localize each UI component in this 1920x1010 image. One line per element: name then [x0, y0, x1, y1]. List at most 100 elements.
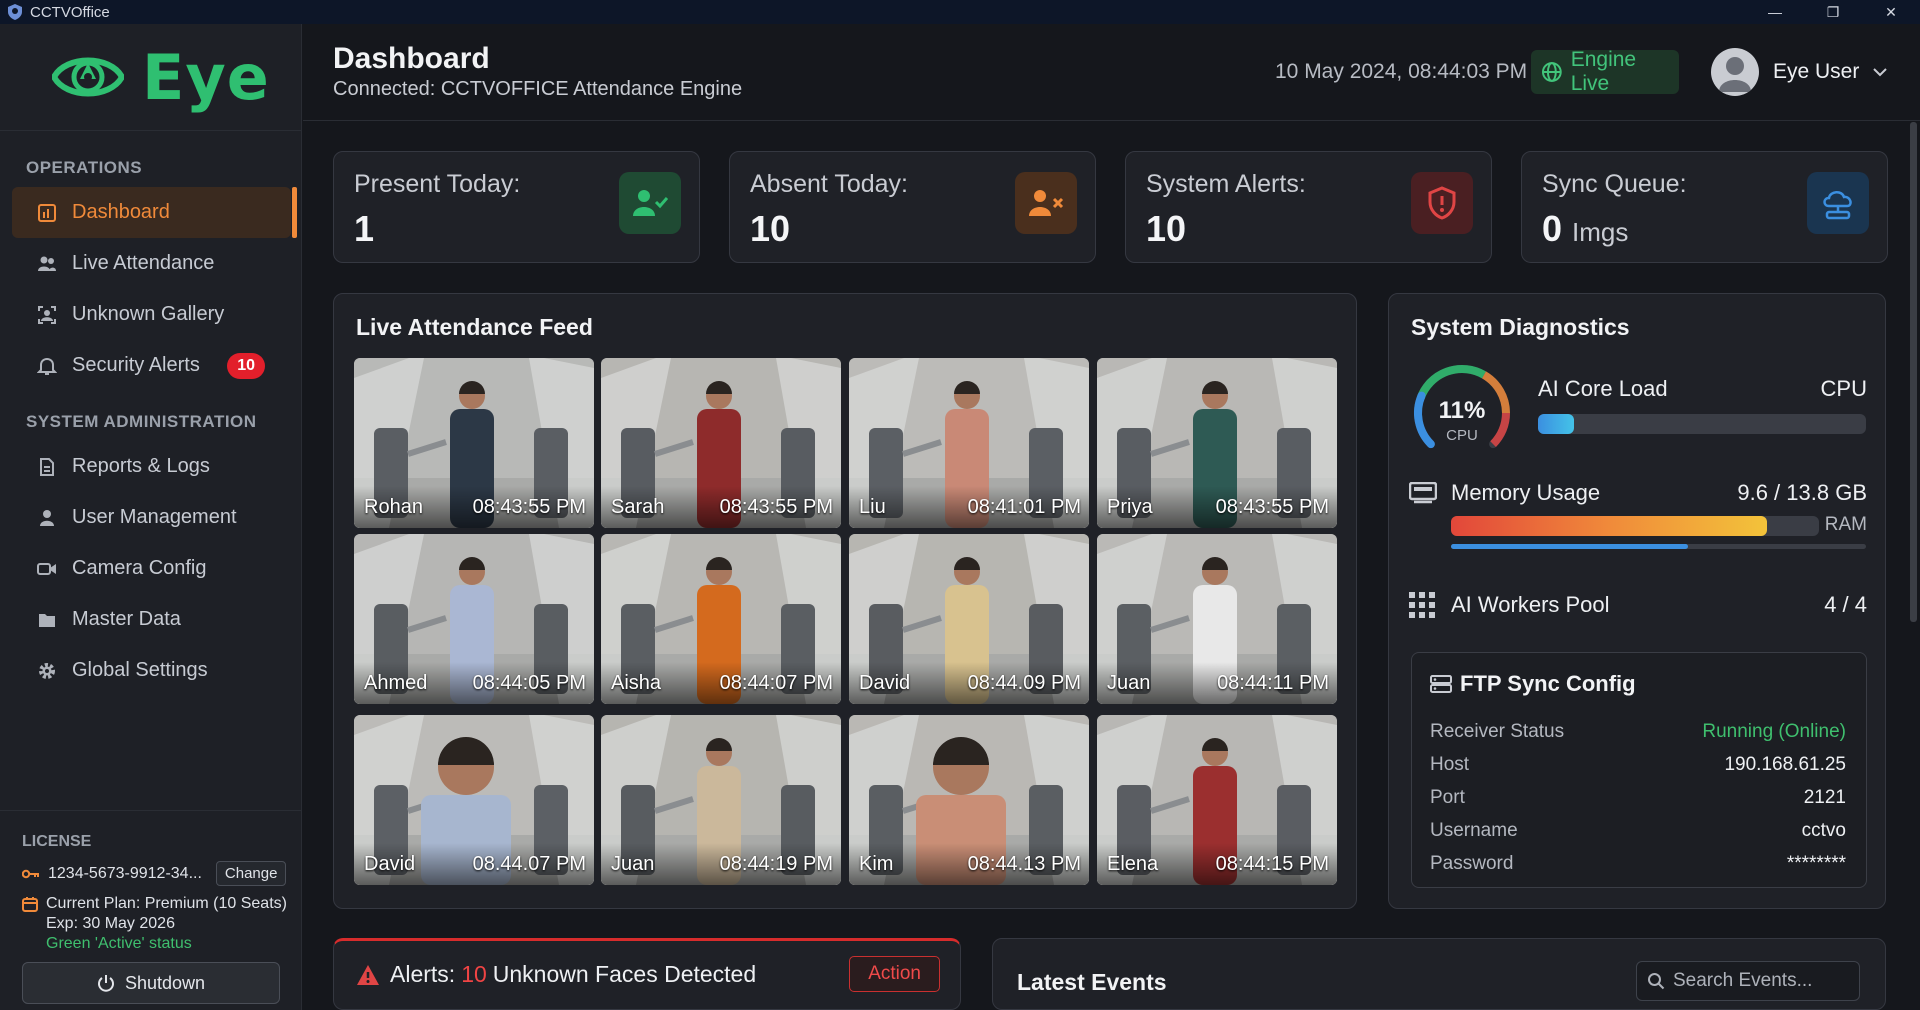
engine-live-badge[interactable]: Engine Live [1531, 48, 1679, 95]
main-scrollbar[interactable] [1910, 122, 1917, 622]
attendee-name: Rohan [364, 496, 423, 518]
cpu-gauge-label: CPU [1446, 427, 1478, 444]
sidebar-item-label: Camera Config [72, 557, 207, 579]
sidebar-item-label: Master Data [72, 608, 181, 630]
close-button[interactable]: ✕ [1862, 0, 1920, 24]
attendee-name: David [859, 672, 911, 694]
sidebar-item-live-attendance[interactable]: Live Attendance [12, 238, 291, 289]
attendance-tile[interactable]: Juan 08:44:19 PM [601, 715, 841, 885]
attendee-time: 08:44:15 PM [1215, 853, 1329, 875]
sidebar-item-user-management[interactable]: User Management [12, 492, 291, 543]
attendee-time: 08:41:01 PM [967, 496, 1081, 518]
stat-value: 10 [1146, 208, 1187, 249]
license-section: LICENSE 1234-5673-9912-34... Change Curr… [0, 810, 302, 954]
attendee-time: 08:43:55 PM [472, 496, 586, 518]
user-x-icon [1015, 172, 1077, 234]
sidebar-item-camera-config[interactable]: Camera Config [12, 543, 291, 594]
attendance-tile[interactable]: Aisha 08:44:07 PM [601, 534, 841, 704]
memory-label: Memory Usage [1451, 480, 1601, 505]
document-icon [36, 456, 58, 478]
sidebar-item-dashboard[interactable]: Dashboard [12, 187, 297, 238]
ai-core-label: AI Core Load [1538, 376, 1668, 401]
stat-label: Absent Today: [750, 170, 908, 198]
folder-icon [36, 609, 58, 631]
ftp-title: FTP Sync Config [1460, 671, 1636, 696]
alert-prefix: Alerts: [390, 961, 456, 987]
sidebar-item-unknown-gallery[interactable]: Unknown Gallery [12, 289, 291, 340]
globe-icon [1541, 62, 1562, 82]
server-icon [1430, 675, 1452, 693]
sidebar-item-label: Unknown Gallery [72, 303, 225, 325]
attendance-tile[interactable]: Sarah 08:43:55 PM [601, 358, 841, 528]
current-datetime: 10 May 2024, 08:44:03 PM [1275, 60, 1528, 83]
stat-card-absent[interactable]: Absent Today: 10 [729, 151, 1096, 263]
attendance-tile[interactable]: Rohan 08:43:55 PM [354, 358, 594, 528]
alerts-count-badge: 10 [227, 352, 265, 379]
connection-subtitle: Connected: CCTVOFFICE Attendance Engine [333, 78, 743, 100]
shield-app-icon [8, 4, 22, 20]
attendance-tile[interactable]: Elena 08:44:15 PM [1097, 715, 1337, 885]
grid-icon [1409, 592, 1435, 618]
shutdown-label: Shutdown [124, 972, 206, 993]
attendance-tile[interactable]: Liu 08:41:01 PM [849, 358, 1089, 528]
attendance-tile[interactable]: Kim 08:44.13 PM [849, 715, 1089, 885]
change-license-button[interactable]: Change [215, 861, 287, 886]
attendee-name: Liu [859, 496, 886, 518]
attendance-tile[interactable]: David 08:44.09 PM [849, 534, 1089, 704]
shutdown-button[interactable]: Shutdown [22, 962, 280, 1004]
power-icon [97, 975, 114, 992]
sidebar-item-label: Reports & Logs [72, 455, 210, 477]
ftp-row-host: Host 190.168.61.25 [1430, 754, 1846, 775]
dashboard-icon [36, 202, 58, 224]
attendee-time: 08:44:07 PM [719, 672, 833, 694]
attendee-time: 08:43:55 PM [719, 496, 833, 518]
unknown-faces-alert-card: Alerts: 10 Unknown Faces Detected Action [333, 938, 961, 1010]
attendance-tile[interactable]: David 08.44.07 PM [354, 715, 594, 885]
sidebar-item-global-settings[interactable]: Global Settings [12, 645, 291, 696]
attendance-tile[interactable]: Juan 08:44:11 PM [1097, 534, 1337, 704]
user-check-icon [619, 172, 681, 234]
attendee-time: 08:43:55 PM [1215, 496, 1329, 518]
attendee-name: David [364, 853, 416, 875]
stat-label: Present Today: [354, 170, 521, 198]
sidebar-item-master-data[interactable]: Master Data [12, 594, 291, 645]
stat-card-present[interactable]: Present Today: 1 [333, 151, 700, 263]
stat-card-system-alerts[interactable]: System Alerts: 10 [1125, 151, 1492, 263]
user-menu[interactable]: Eye User [1711, 48, 1888, 96]
license-expiry: Exp: 30 May 2026 [46, 915, 175, 932]
license-status: Green 'Active' status [46, 935, 192, 952]
search-events-box[interactable] [1636, 961, 1860, 1001]
attendee-time: 08:44:19 PM [719, 853, 833, 875]
alert-count: 10 [461, 961, 487, 987]
stat-value: 1 [354, 208, 375, 249]
attendance-tile[interactable]: Ahmed 08:44:05 PM [354, 534, 594, 704]
attendee-time: 08:44.13 PM [967, 853, 1081, 875]
sidebar: Eye OPERATIONS Dashboard Live Attendance… [0, 24, 302, 1010]
maximize-button[interactable]: ❐ [1804, 0, 1862, 24]
attendee-name: Priya [1107, 496, 1153, 518]
header: Dashboard Connected: CCTVOFFICE Attendan… [303, 24, 1920, 121]
attendee-name: Juan [611, 853, 655, 875]
sidebar-item-security-alerts[interactable]: Security Alerts 10 [12, 340, 291, 391]
feed-title: Live Attendance Feed [356, 314, 593, 340]
minimize-button[interactable]: — [1746, 0, 1804, 24]
attendee-time: 08:44:11 PM [1217, 672, 1329, 694]
sidebar-item-reports-logs[interactable]: Reports & Logs [12, 441, 291, 492]
cpu-gauge-segment [1481, 371, 1510, 414]
attendee-name: Aisha [611, 672, 662, 694]
ftp-row-password: Password ******** [1430, 853, 1846, 874]
attendee-time: 08:44.09 PM [967, 672, 1081, 694]
attendance-tile[interactable]: Priya 08:43:55 PM [1097, 358, 1337, 528]
stat-label: System Alerts: [1146, 170, 1306, 198]
window-title: CCTVOffice [30, 3, 110, 21]
ftp-row-receiver-status: Receiver Status Running (Online) [1430, 721, 1846, 742]
alert-action-button[interactable]: Action [849, 956, 940, 992]
license-plan: Current Plan: Premium (10 Seats) [46, 895, 287, 912]
ai-core-unit: CPU [1820, 376, 1867, 401]
search-events-input[interactable] [1673, 970, 1853, 992]
ai-workers-label: AI Workers Pool [1451, 592, 1610, 617]
stat-card-sync-queue[interactable]: Sync Queue: 0 Imgs [1521, 151, 1888, 263]
cpu-gauge: 11% CPU [1414, 365, 1510, 449]
avatar [1711, 48, 1759, 96]
attendee-name: Sarah [611, 496, 665, 518]
